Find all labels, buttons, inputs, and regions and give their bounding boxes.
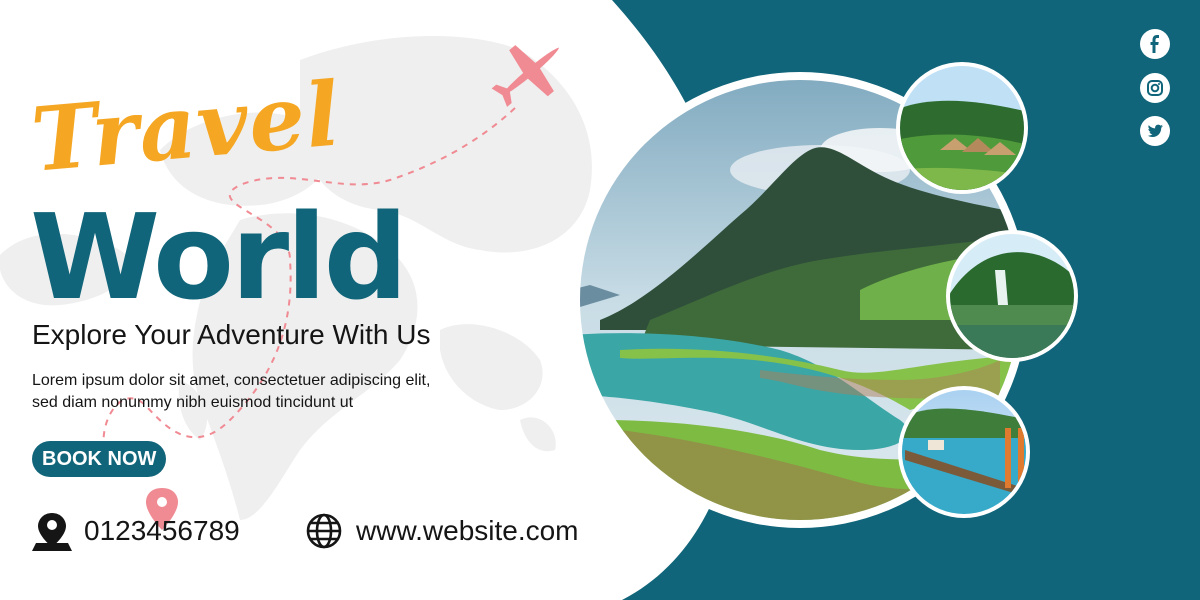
tagline: Explore Your Adventure With Us [32, 319, 431, 350]
title-main: World [30, 188, 408, 326]
instagram-icon[interactable] [1140, 73, 1170, 103]
phone-number: 0123456789 [84, 515, 240, 546]
twitter-icon[interactable] [1140, 116, 1170, 146]
title-script: Travel [27, 61, 345, 192]
contact-website: www.website.com [306, 511, 579, 551]
book-now-button[interactable]: BOOK NOW [32, 441, 167, 477]
description: Lorem ipsum dolor sit amet, consectetuer… [32, 372, 431, 411]
contact-phone: 0123456789 [34, 511, 240, 551]
website-link[interactable]: www.website.com [356, 515, 579, 547]
facebook-icon[interactable] [1140, 29, 1170, 59]
